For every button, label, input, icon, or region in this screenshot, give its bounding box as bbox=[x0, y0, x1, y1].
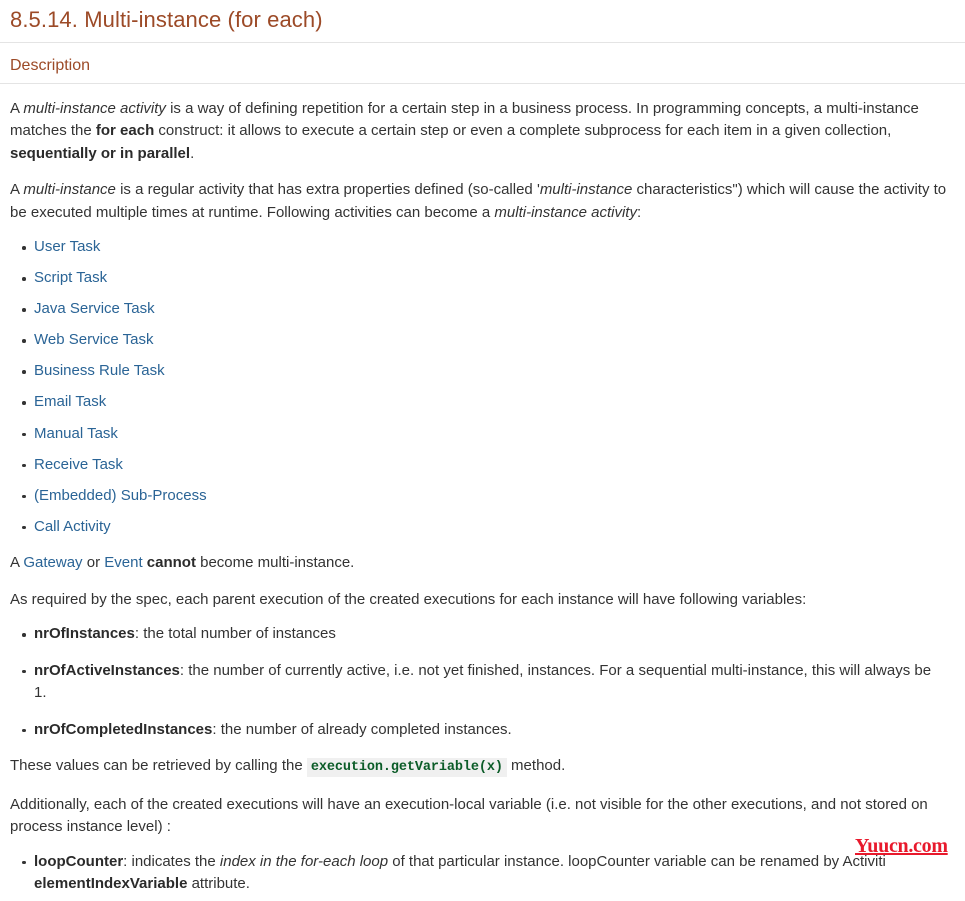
text-fragment: construct: it allows to execute a certai… bbox=[154, 122, 892, 139]
variable-name-loopcounter: loopCounter bbox=[34, 852, 124, 870]
text-fragment: method. bbox=[506, 757, 566, 775]
paragraph-multi-instance-definition: A multi-instance activity is a way of de… bbox=[0, 98, 965, 166]
link-script-task[interactable]: Script Task bbox=[34, 269, 107, 286]
list-item: User Task bbox=[0, 236, 965, 259]
paragraph-multi-instance-characteristics: A multi-instance is a regular activity t… bbox=[0, 179, 965, 224]
link-receive-task[interactable]: Receive Task bbox=[34, 456, 123, 473]
list-item: Business Rule Task bbox=[0, 360, 965, 383]
link-manual-task[interactable]: Manual Task bbox=[34, 425, 118, 442]
list-item: nrOfInstances: the total number of insta… bbox=[0, 623, 965, 646]
text-fragment: A bbox=[10, 554, 24, 572]
emphasis-multi-instance-activity-2: multi-instance activity bbox=[494, 203, 637, 221]
paragraph-execution-local-variable: Additionally, each of the created execut… bbox=[10, 795, 928, 836]
strong-for-each: for each bbox=[95, 122, 155, 139]
text-fragment: : indicates the bbox=[123, 852, 220, 870]
emphasis-multi-instance-activity: multi-instance activity bbox=[23, 99, 166, 117]
list-item: Script Task bbox=[0, 267, 965, 290]
text-fragment: : bbox=[636, 203, 642, 221]
list-item: Manual Task bbox=[0, 423, 965, 446]
text-fragment: or bbox=[82, 554, 105, 572]
list-item: loopCounter: indicates the index in the … bbox=[0, 851, 965, 896]
list-item: Email Task bbox=[0, 391, 965, 414]
list-item: Receive Task bbox=[0, 454, 965, 477]
text-fragment: of that particular instance. loopCounter… bbox=[388, 852, 886, 870]
strong-sequentially-or-in-parallel: sequentially or in parallel bbox=[10, 144, 191, 162]
paragraph-spec-variables-intro: As required by the spec, each parent exe… bbox=[10, 590, 807, 608]
link-gateway[interactable]: Gateway bbox=[23, 554, 82, 571]
page-title: 8.5.14. Multi-instance (for each) bbox=[0, 0, 965, 43]
loop-counter-list: loopCounter: indicates the index in the … bbox=[0, 851, 965, 896]
activity-type-list: User Task Script Task Java Service Task … bbox=[0, 236, 965, 538]
text-fragment: These values can be retrieved by calling… bbox=[10, 757, 307, 775]
text-fragment: . bbox=[190, 144, 195, 162]
code-execution-getvariable: execution.getVariable(x) bbox=[306, 758, 507, 778]
variable-description: : the total number of instances bbox=[134, 625, 336, 643]
text-fragment: attribute. bbox=[187, 875, 250, 893]
link-business-rule-task[interactable]: Business Rule Task bbox=[34, 362, 165, 379]
link-embedded-sub-process[interactable]: (Embedded) Sub-Process bbox=[34, 487, 207, 504]
variable-name-nrofactiveinstances: nrOfActiveInstances bbox=[34, 661, 180, 679]
documentation-page: 8.5.14. Multi-instance (for each) Descri… bbox=[0, 0, 965, 896]
emphasis-index-in-for-each-loop: index in the for-each loop bbox=[219, 852, 389, 870]
variable-name-nrofinstances: nrOfInstances bbox=[34, 625, 135, 643]
link-user-task[interactable]: User Task bbox=[34, 238, 100, 255]
list-item: nrOfCompletedInstances: the number of al… bbox=[0, 719, 965, 742]
emphasis-multi-instance: multi-instance bbox=[23, 181, 116, 198]
list-item: Web Service Task bbox=[0, 329, 965, 352]
emphasis-multi-instance-quoted: multi-instance bbox=[539, 181, 633, 198]
variable-description: : the number of already completed instan… bbox=[212, 720, 512, 738]
list-item: Java Service Task bbox=[0, 298, 965, 321]
paragraph-gateway-event-restriction: A Gateway or Event cannot become multi-i… bbox=[0, 552, 965, 575]
paragraph-getvariable-method: These values can be retrieved by calling… bbox=[0, 755, 965, 780]
list-item: nrOfActiveInstances: the number of curre… bbox=[0, 660, 965, 705]
text-fragment: A bbox=[10, 181, 24, 198]
strong-cannot: cannot bbox=[146, 554, 196, 572]
variable-name-nrofcompletedinstances: nrOfCompletedInstances bbox=[34, 720, 213, 738]
link-event[interactable]: Event bbox=[104, 554, 142, 571]
text-fragment: is a regular activity that has extra pro… bbox=[115, 181, 540, 198]
strong-elementindexvariable: elementIndexVariable bbox=[34, 875, 188, 893]
link-call-activity[interactable]: Call Activity bbox=[34, 518, 111, 535]
list-item: (Embedded) Sub-Process bbox=[0, 485, 965, 508]
list-item: Call Activity bbox=[0, 516, 965, 539]
link-email-task[interactable]: Email Task bbox=[34, 393, 106, 410]
text-fragment: become multi-instance. bbox=[195, 554, 355, 572]
section-heading-description: Description bbox=[0, 43, 965, 84]
variable-list: nrOfInstances: the total number of insta… bbox=[0, 623, 965, 741]
link-web-service-task[interactable]: Web Service Task bbox=[34, 331, 154, 348]
text-fragment: A bbox=[10, 99, 24, 117]
link-java-service-task[interactable]: Java Service Task bbox=[34, 300, 155, 317]
